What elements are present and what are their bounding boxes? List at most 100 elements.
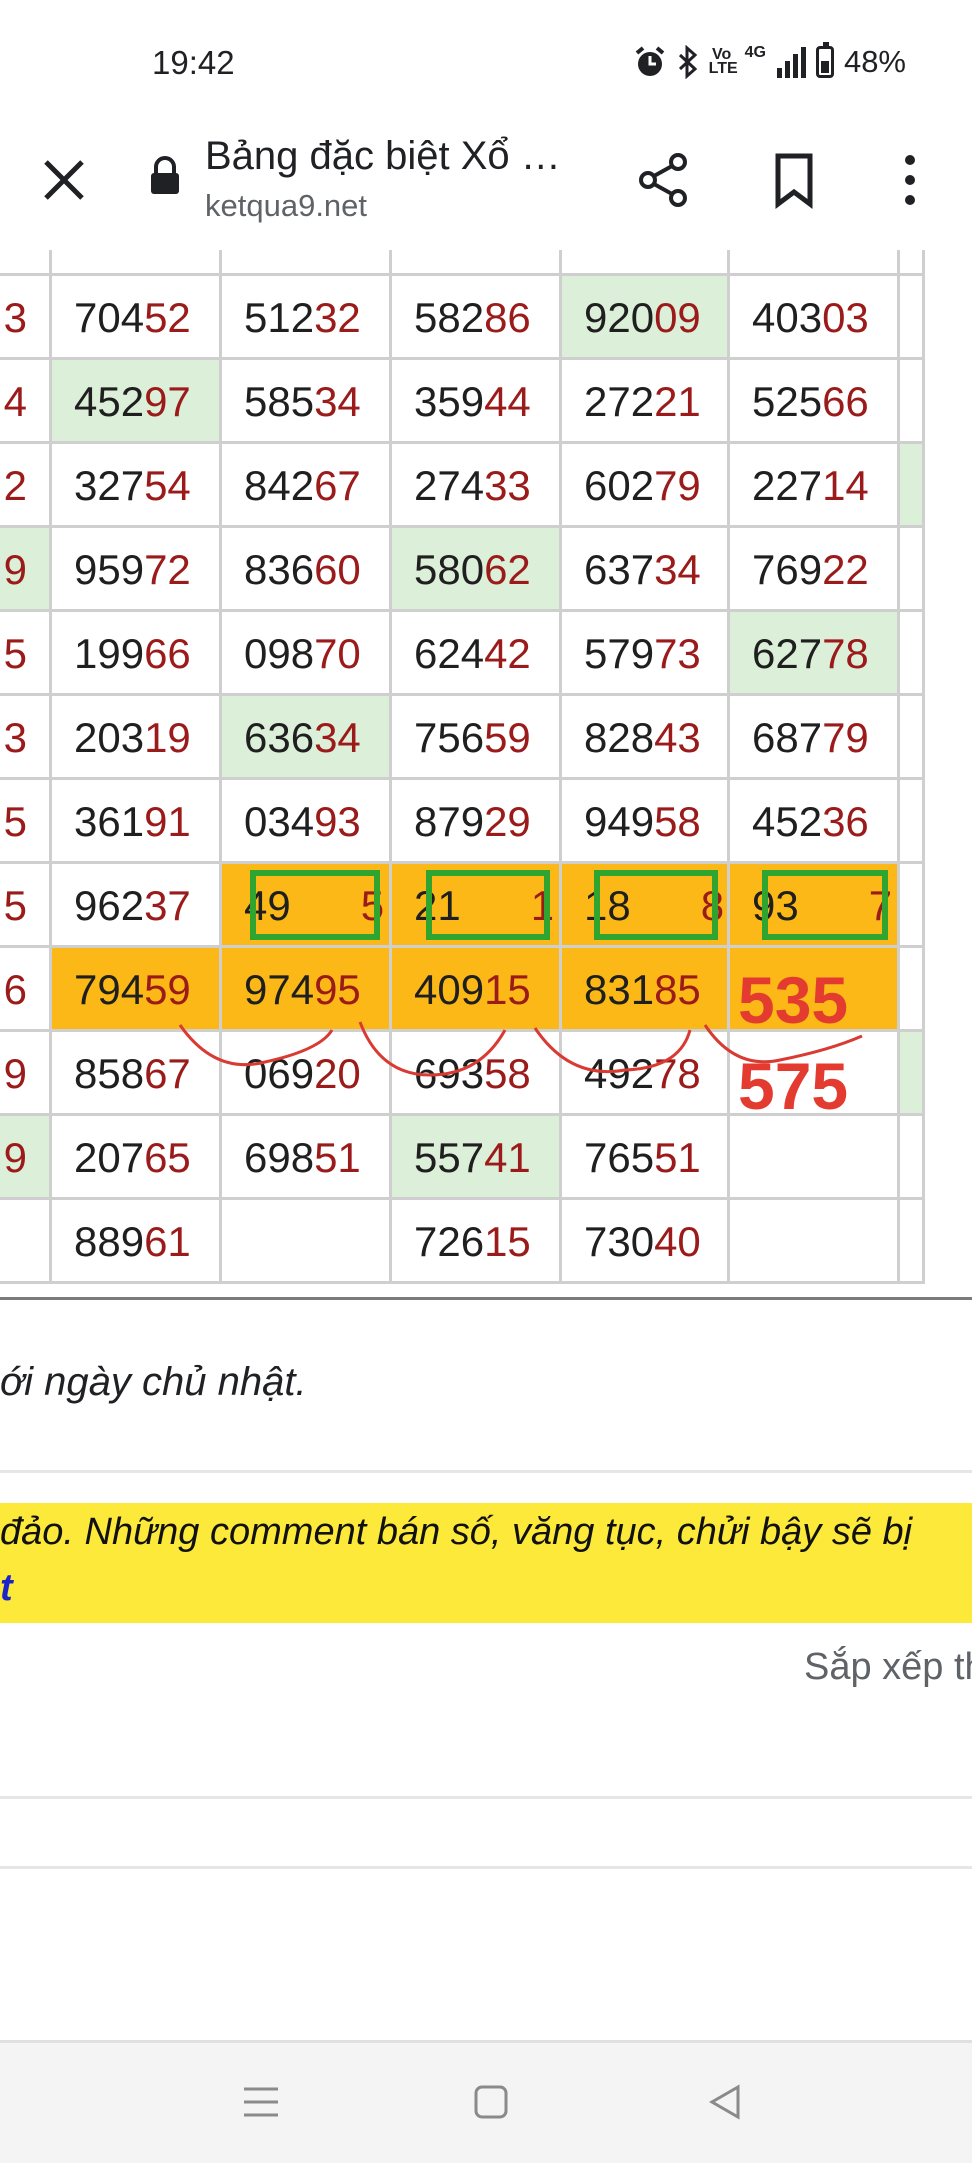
table-cell: 55741 (392, 1116, 562, 1200)
number-lead: 585 (244, 378, 315, 425)
table-cell (730, 1200, 900, 1284)
table-cell-edge: 9 (0, 1032, 52, 1116)
table-cell: 69358 (392, 1032, 562, 1116)
bookmark-icon[interactable] (762, 148, 826, 212)
table-cell: 58286 (392, 276, 562, 360)
number-lead: 452 (74, 378, 145, 425)
number-tail: 14 (822, 462, 869, 509)
number-tail: 61 (144, 1218, 191, 1265)
table-cell: 52566 (730, 360, 900, 444)
table-cell: 57973 (562, 612, 730, 696)
table-cell: 45236 (730, 780, 900, 864)
table-cell-edge: 5 (0, 864, 52, 948)
lock-icon[interactable] (148, 156, 182, 196)
table-cell-edge: 3 (0, 696, 52, 780)
table-cell: 58534 (222, 360, 392, 444)
table-cell-edge: 2 (0, 444, 52, 528)
page-title[interactable]: Bảng đặc biệt Xổ … (205, 134, 561, 179)
number-lead: 227 (752, 462, 823, 509)
table-cell: 06920 (222, 1032, 392, 1116)
number-tail: 41 (484, 1134, 531, 1181)
close-icon[interactable] (36, 152, 92, 208)
number-lead: 704 (74, 294, 145, 341)
number-lead: 359 (414, 378, 485, 425)
number-tail: 4 (3, 378, 27, 425)
number-lead: 409 (414, 966, 485, 1013)
number-tail: 67 (144, 1050, 191, 1097)
table-cell: 63634 (222, 696, 392, 780)
number-lead: 836 (244, 546, 315, 593)
number-lead: 959 (74, 546, 145, 593)
number-tail: 37 (144, 882, 191, 929)
number-tail: 34 (314, 714, 361, 761)
number-lead: 069 (244, 1050, 315, 1097)
number-lead: 580 (414, 546, 485, 593)
divider (0, 1470, 972, 1473)
table-row: 5 36191 03493 87929 94958 45236 (0, 780, 972, 864)
table-bottom-border (0, 1297, 972, 1300)
highlight-box (250, 870, 380, 940)
number-tail: 44 (484, 378, 531, 425)
number-lead: 199 (74, 630, 145, 677)
table-cell: 36191 (52, 780, 222, 864)
number-lead: 452 (752, 798, 823, 845)
number-tail: 66 (144, 630, 191, 677)
battery-percent: 48% (843, 44, 906, 79)
number-tail: 32 (314, 294, 361, 341)
number-tail: 93 (314, 798, 361, 845)
number-tail: 20 (314, 1050, 361, 1097)
number-tail: 97 (144, 378, 191, 425)
more-vert-icon[interactable] (878, 148, 942, 212)
table-cell: 30920 (730, 250, 900, 276)
table-cell: 72615 (392, 1200, 562, 1284)
number-tail: 36 (822, 798, 869, 845)
number-lead: 962 (74, 882, 145, 929)
number-lead: 098 (244, 630, 315, 677)
number-tail: 78 (654, 1050, 701, 1097)
number-lead: 582 (414, 294, 485, 341)
number-lead: 512 (244, 294, 315, 341)
table-cell: 35944 (392, 360, 562, 444)
number-lead: 274 (414, 462, 485, 509)
number-lead: 920 (584, 294, 655, 341)
number-lead: 207 (74, 1134, 145, 1181)
number-tail: 3 (3, 294, 27, 341)
number-lead: 557 (414, 1134, 485, 1181)
number-lead: 71330 (584, 250, 701, 257)
table-cell-edge (0, 250, 52, 276)
number-tail: 51 (314, 1134, 361, 1181)
table-cell-edge: 4 (0, 360, 52, 444)
sort-dropdown[interactable]: Sắp xếp th (804, 1646, 972, 1689)
number-tail: 66 (822, 378, 869, 425)
table-cell (900, 1116, 925, 1200)
table-cell: 62442 (392, 612, 562, 696)
share-icon[interactable] (632, 148, 696, 212)
number-tail: 42 (484, 630, 531, 677)
table-cell-edge: 9 (0, 528, 52, 612)
menu-icon[interactable] (236, 2077, 286, 2127)
table-cell: 60279 (562, 444, 730, 528)
home-square-icon[interactable] (466, 2077, 516, 2127)
table-cell: 09870 (222, 612, 392, 696)
page-url[interactable]: ketqua9.net (205, 188, 367, 224)
table-cell (900, 948, 925, 1032)
number-lead: 602 (584, 462, 655, 509)
number-lead: 203 (74, 714, 145, 761)
number-tail: 34 (314, 378, 361, 425)
highlight-box (594, 870, 718, 940)
table-cell: 62778 (730, 612, 900, 696)
number-lead: 327 (74, 462, 145, 509)
table-cell: 22714 (730, 444, 900, 528)
number-tail: 21 (654, 378, 701, 425)
divider (0, 1796, 972, 1799)
battery-icon (815, 42, 834, 78)
back-triangle-icon[interactable] (700, 2077, 750, 2127)
number-lead: 765 (584, 1134, 655, 1181)
number-lead: 769 (752, 546, 823, 593)
table-cell: 76922 (730, 528, 900, 612)
number-lead: 636 (244, 714, 315, 761)
number-lead: 361 (74, 798, 145, 845)
warning-link[interactable]: t (0, 1567, 13, 1610)
number-tail: 3 (3, 714, 27, 761)
table-cell-edge: 6 (0, 948, 52, 1032)
